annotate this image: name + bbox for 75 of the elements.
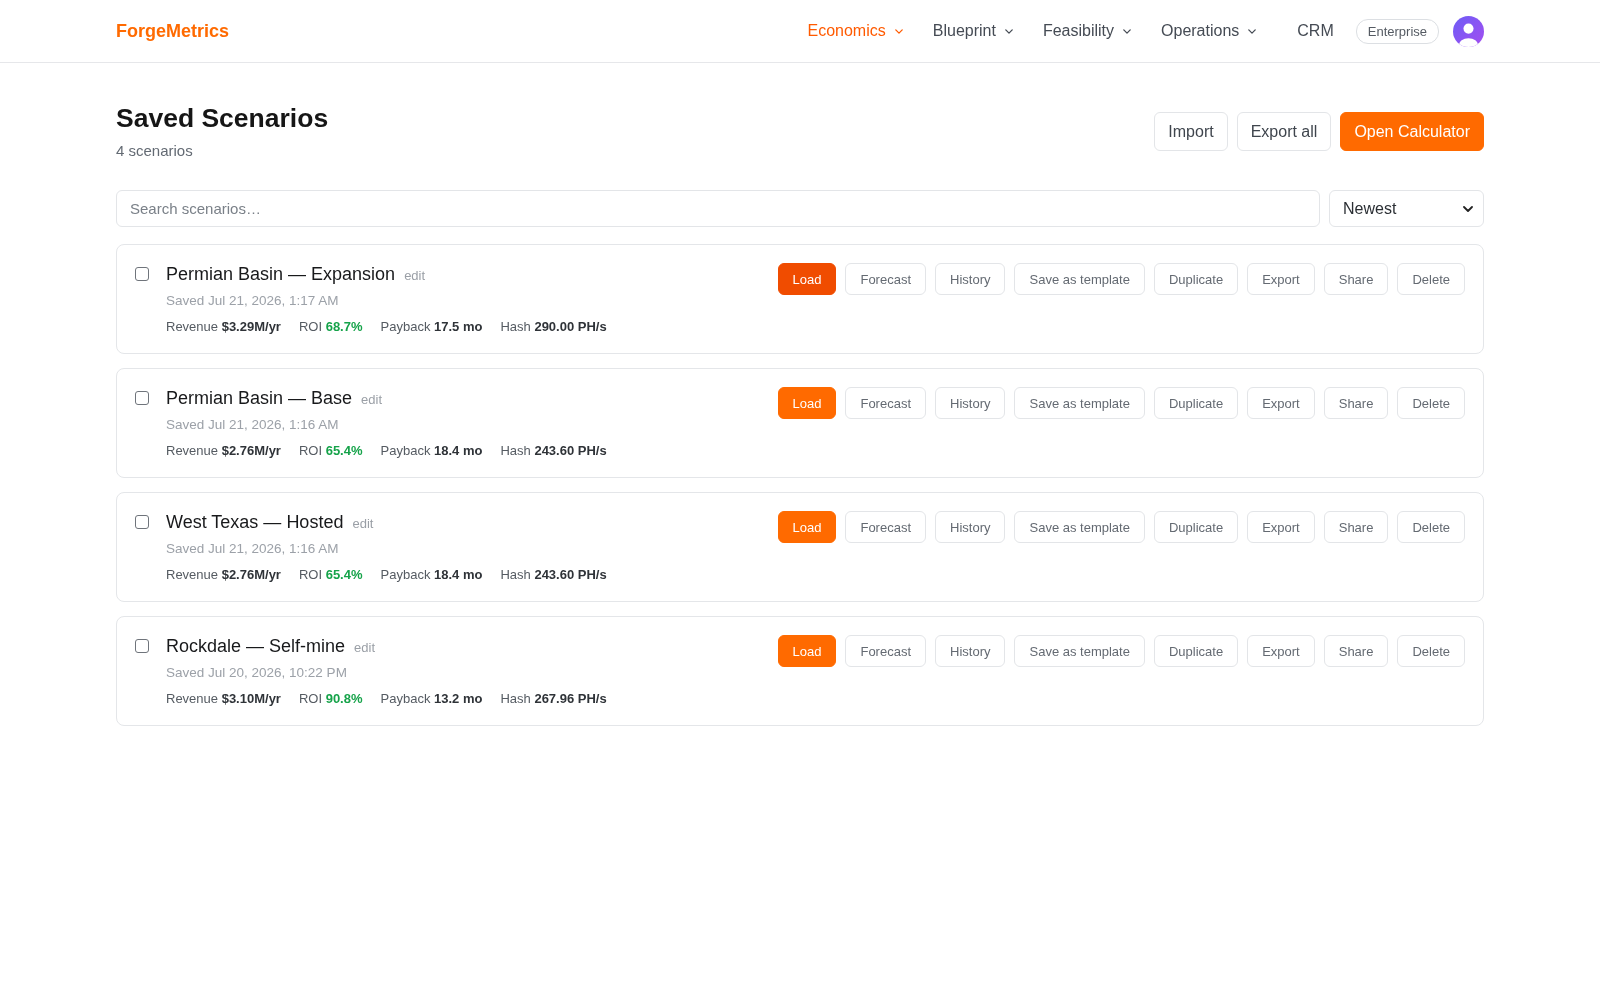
scenario-action-button[interactable]: Share [1323, 635, 1389, 667]
scenario-action-button[interactable]: Forecast [845, 387, 927, 419]
scenario-action-button[interactable]: Forecast [845, 263, 927, 295]
chevron-down-icon [1463, 205, 1473, 212]
scenario-action-button[interactable]: History [935, 387, 1006, 419]
plan-badge: Enterprise [1355, 18, 1439, 44]
metric: Hash 267.96 PH/s [500, 690, 607, 708]
scenario-action-button[interactable]: Export [1247, 635, 1315, 667]
scenario-action-button[interactable]: Duplicate [1153, 635, 1239, 667]
select-checkbox[interactable] [135, 639, 149, 653]
scenario-action-button[interactable]: Duplicate [1153, 511, 1239, 543]
nav-link[interactable]: Feasibility [1042, 22, 1132, 40]
scenario-count: 4 scenarios [116, 141, 194, 161]
scenario-action-button[interactable]: History [935, 635, 1006, 667]
header-action-button[interactable]: Import [1154, 112, 1228, 151]
scenario-name: Permian Basin — Expansion [166, 263, 396, 285]
metric: Revenue $3.10M/yr [166, 690, 281, 708]
select-checkbox[interactable] [135, 391, 149, 405]
scenario-action-button[interactable]: Share [1323, 387, 1389, 419]
metric: ROI 90.8% [298, 690, 363, 708]
metric: Hash 243.60 PH/s [500, 442, 607, 460]
nav-link[interactable]: Blueprint [932, 22, 1013, 40]
metric: ROI 65.4% [298, 566, 363, 584]
scenario-action-button[interactable]: Delete [1397, 635, 1465, 667]
scenario-action-button[interactable]: Export [1247, 387, 1315, 419]
saved-timestamp: Saved Jul 20, 2026, 10:22 PM [166, 664, 347, 682]
chevron-down-icon [1248, 28, 1257, 34]
scenario-action-button[interactable]: Save as template [1014, 263, 1145, 295]
scenario-action-button[interactable]: Duplicate [1153, 263, 1239, 295]
search-field[interactable]: Search scenarios… [116, 190, 1320, 227]
chevron-down-icon [1123, 28, 1132, 34]
scenario-action-button[interactable]: Export [1247, 263, 1315, 295]
scenario-action-button[interactable]: Save as template [1014, 635, 1145, 667]
select-checkbox[interactable] [135, 515, 149, 529]
nav-link[interactable]: CRM [1297, 22, 1334, 40]
metric: Revenue $2.76M/yr [166, 442, 281, 460]
metric: Payback 13.2 mo [380, 690, 483, 708]
scenario-name: Permian Basin — Base [166, 387, 353, 409]
scenario-action-button[interactable]: Forecast [845, 635, 927, 667]
nav-link[interactable]: Operations [1161, 22, 1257, 40]
scenario-action-button[interactable]: History [935, 263, 1006, 295]
header-action-button[interactable]: Export all [1236, 112, 1332, 151]
metric: Hash 243.60 PH/s [500, 566, 607, 584]
scenario-action-button[interactable]: Forecast [845, 511, 927, 543]
scenario-name: Rockdale — Self-mine [166, 635, 346, 657]
saved-timestamp: Saved Jul 21, 2026, 1:17 AM [166, 292, 339, 310]
sort-select[interactable]: Newest [1329, 190, 1484, 227]
saved-timestamp: Saved Jul 21, 2026, 1:16 AM [166, 416, 339, 434]
saved-timestamp: Saved Jul 21, 2026, 1:16 AM [166, 540, 339, 558]
metric: ROI 65.4% [298, 442, 363, 460]
metric: Hash 290.00 PH/s [500, 318, 607, 336]
metric: Revenue $2.76M/yr [166, 566, 281, 584]
scenario-action-button[interactable]: Duplicate [1153, 387, 1239, 419]
scenario-action-button[interactable]: Export [1247, 511, 1315, 543]
chevron-down-icon [894, 28, 903, 34]
metric: Payback 17.5 mo [380, 318, 483, 336]
user-avatar-icon[interactable] [1453, 15, 1484, 47]
scenario-action-button[interactable]: History [935, 511, 1006, 543]
metric: Payback 18.4 mo [380, 442, 483, 460]
scenario-action-button[interactable]: Share [1323, 511, 1389, 543]
metric: ROI 68.7% [298, 318, 363, 336]
scenario-name: West Texas — Hosted [166, 511, 344, 533]
select-checkbox[interactable] [135, 267, 149, 281]
metric: Payback 18.4 mo [380, 566, 483, 584]
scenario-action-button[interactable]: Save as template [1014, 511, 1145, 543]
scenario-action-button[interactable]: Save as template [1014, 387, 1145, 419]
scenario-action-button[interactable]: Share [1323, 263, 1389, 295]
chevron-down-icon [1004, 28, 1013, 34]
page-title: Saved Scenarios [116, 102, 329, 134]
scenario-action-button[interactable]: Delete [1397, 511, 1465, 543]
scenario-action-button[interactable]: Delete [1397, 263, 1465, 295]
nav-link[interactable]: Economics [807, 22, 903, 40]
scenario-action-button[interactable]: Load [777, 263, 837, 295]
scenario-action-button[interactable]: Delete [1397, 387, 1465, 419]
metric: Revenue $3.29M/yr [166, 318, 281, 336]
